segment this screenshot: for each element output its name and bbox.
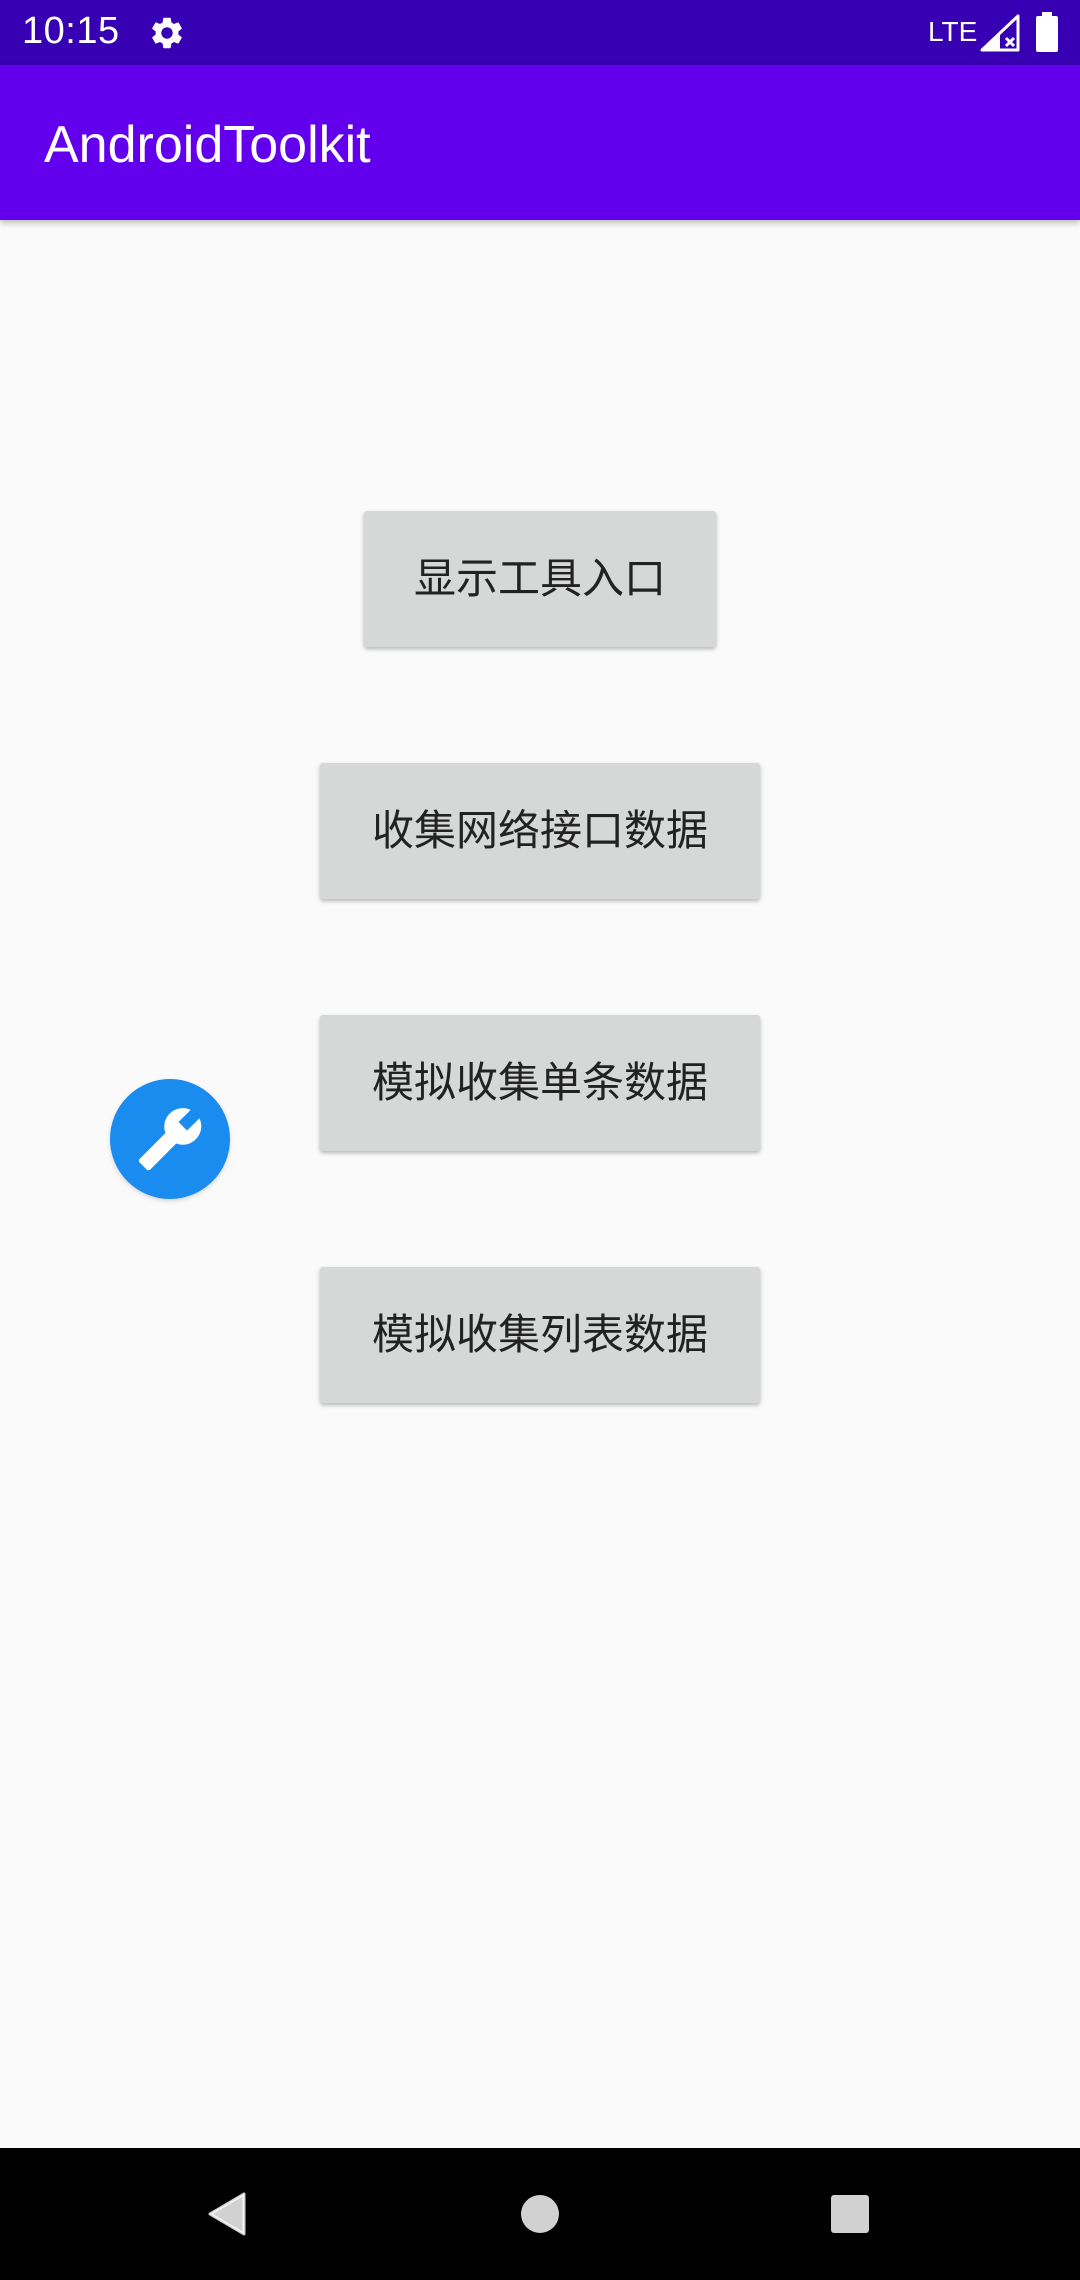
back-icon [208, 2192, 246, 2236]
simulate-list-data-button[interactable]: 模拟收集列表数据 [320, 1267, 760, 1403]
screen: 10:15 LTE AndroidToolkit 显示工具入口 收集网络接口数据… [0, 0, 1080, 2280]
navigation-bar [0, 2148, 1080, 2280]
collect-network-data-button[interactable]: 收集网络接口数据 [320, 763, 760, 899]
app-title: AndroidToolkit [44, 116, 371, 174]
signal-icon [980, 14, 1020, 52]
gear-icon [148, 14, 186, 52]
app-bar: AndroidToolkit [0, 65, 1080, 220]
home-icon [521, 2195, 559, 2233]
wrench-icon [138, 1108, 202, 1171]
simulate-single-data-button[interactable]: 模拟收集单条数据 [320, 1015, 760, 1151]
status-bar: 10:15 LTE [0, 0, 1080, 65]
toolkit-floating-button[interactable] [110, 1079, 230, 1199]
recents-button[interactable] [814, 2178, 886, 2250]
network-type: LTE [928, 16, 978, 47]
battery-icon [1035, 12, 1059, 52]
show-tool-entry-button[interactable]: 显示工具入口 [364, 511, 716, 647]
home-button[interactable] [504, 2178, 576, 2250]
status-time: 10:15 [22, 10, 120, 52]
recents-icon [831, 2195, 869, 2233]
back-button[interactable] [190, 2178, 262, 2250]
